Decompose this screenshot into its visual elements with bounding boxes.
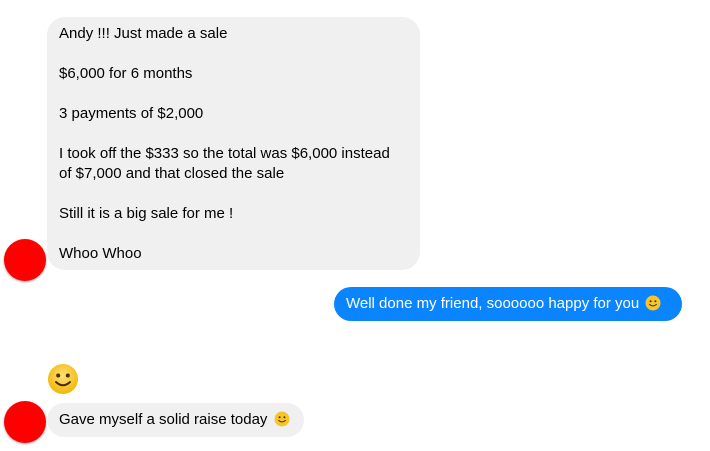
message-line: 3 payments of $2,000: [59, 105, 204, 122]
message-line: I took off the $333 so the total was $6,…: [59, 145, 390, 162]
sender-avatar[interactable]: [4, 239, 46, 281]
message-text: Gave myself a solid raise today: [59, 411, 268, 428]
message-line: Still it is a big sale for me !: [59, 205, 234, 222]
sender-avatar[interactable]: [4, 401, 46, 443]
message-line: Andy !!! Just made a sale: [59, 25, 228, 42]
slightly-smiling-face-icon: [645, 295, 661, 311]
slightly-smiling-face-icon: [47, 363, 79, 395]
slightly-smiling-face-icon: [274, 411, 290, 427]
incoming-message-bubble: Gave myself a solid raise today: [47, 403, 304, 437]
message-line: of $7,000 and that closed the sale: [59, 165, 285, 182]
incoming-message-bubble: Andy !!! Just made a sale $6,000 for 6 m…: [47, 17, 420, 270]
outgoing-message-bubble: Well done my friend, soooooo happy for y…: [334, 287, 682, 321]
message-line: $6,000 for 6 months: [59, 65, 193, 82]
message-line: Whoo Whoo: [59, 245, 142, 262]
message-text: Well done my friend, soooooo happy for y…: [346, 295, 640, 312]
